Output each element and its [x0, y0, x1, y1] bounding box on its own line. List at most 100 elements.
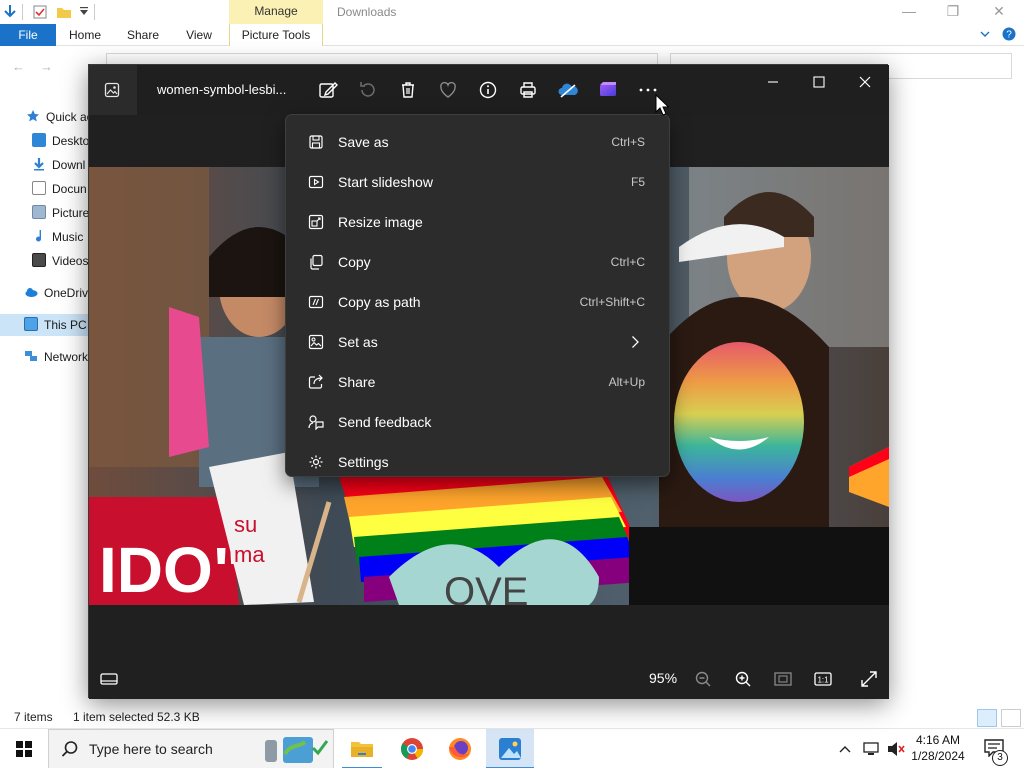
- volume-muted-icon[interactable]: [886, 741, 906, 757]
- photos-maximize-button[interactable]: [796, 65, 842, 99]
- explorer-close-button[interactable]: ✕: [976, 0, 1022, 24]
- new-folder-icon[interactable]: [56, 4, 72, 20]
- menu-item-copy[interactable]: Copy Ctrl+C: [290, 242, 665, 282]
- this-pc-icon: [24, 317, 38, 331]
- properties-icon[interactable]: [32, 4, 48, 20]
- onedrive-button[interactable]: [556, 78, 580, 102]
- menu-item-start-slideshow[interactable]: Start slideshow F5: [290, 162, 665, 202]
- clock-time: 4:16 AM: [915, 733, 961, 747]
- fit-to-window-button[interactable]: [771, 667, 795, 691]
- videos-folder-icon: [32, 253, 46, 267]
- status-size: 52.3 KB: [157, 710, 200, 724]
- nav-item-documents[interactable]: Docun: [0, 178, 88, 200]
- menu-item-share[interactable]: Share Alt+Up: [290, 362, 665, 402]
- help-icon[interactable]: ?: [1002, 27, 1016, 41]
- taskbar-chrome[interactable]: [388, 729, 436, 768]
- windows-logo-icon: [16, 741, 32, 757]
- tab-file[interactable]: File: [0, 24, 56, 46]
- navigation-pane: Quick ac Deskto Downl Docun Picture Musi…: [0, 100, 88, 710]
- zoom-in-button[interactable]: [731, 667, 755, 691]
- menu-item-settings[interactable]: Settings: [290, 442, 665, 482]
- svg-text:ma: ma: [234, 542, 265, 567]
- search-highlight-icon: [265, 737, 329, 763]
- manage-context-tab[interactable]: Manage: [229, 0, 323, 24]
- zoom-level[interactable]: 95%: [649, 670, 677, 686]
- status-item-count: 7 items: [14, 710, 53, 724]
- status-selected: 1 item selected: [73, 710, 154, 724]
- chrome-icon: [401, 738, 423, 760]
- tab-home[interactable]: Home: [60, 24, 110, 46]
- minimize-icon: [768, 81, 778, 83]
- details-view-button[interactable]: [977, 709, 997, 727]
- photo-filename: women-symbol-lesbi...: [157, 82, 287, 97]
- qat-dropdown-icon[interactable]: [76, 4, 92, 20]
- download-arrow-icon[interactable]: [2, 4, 18, 20]
- filmstrip-button[interactable]: [97, 667, 121, 691]
- zoom-out-button[interactable]: [691, 667, 715, 691]
- menu-item-send-feedback[interactable]: Send feedback: [290, 402, 665, 442]
- full-screen-button[interactable]: [857, 667, 881, 691]
- start-button[interactable]: [0, 729, 48, 768]
- nav-item-this-pc[interactable]: This PC: [0, 314, 88, 336]
- taskbar-search-box[interactable]: Type here to search: [48, 729, 334, 768]
- explorer-window-title: Downloads: [337, 5, 397, 19]
- explorer-maximize-button[interactable]: ❐: [930, 0, 976, 24]
- rotate-icon: [360, 82, 375, 97]
- nav-item-pictures[interactable]: Picture: [0, 202, 88, 224]
- nav-item-network[interactable]: Network: [0, 346, 88, 368]
- photos-app-icon-button[interactable]: [89, 65, 137, 115]
- nav-item-desktop[interactable]: Deskto: [0, 130, 88, 152]
- nav-item-downloads[interactable]: Downl: [0, 154, 88, 176]
- close-icon: [859, 76, 871, 88]
- zoom-in-icon: [735, 671, 751, 687]
- clipchamp-button[interactable]: [596, 78, 620, 102]
- print-button[interactable]: [516, 78, 540, 102]
- tab-picture-tools[interactable]: Picture Tools: [229, 24, 323, 46]
- rotate-button[interactable]: [356, 78, 380, 102]
- taskbar-file-explorer[interactable]: [338, 729, 386, 768]
- file-info-button[interactable]: [476, 78, 500, 102]
- download-folder-icon: [32, 156, 46, 171]
- menu-item-copy-as-path[interactable]: Copy as path Ctrl+Shift+C: [290, 282, 665, 322]
- svg-text:IDO": IDO": [99, 534, 243, 605]
- taskbar-firefox[interactable]: [436, 729, 484, 768]
- photos-close-button[interactable]: [842, 65, 888, 99]
- taskbar-search-placeholder: Type here to search: [89, 741, 213, 757]
- tab-view[interactable]: View: [176, 24, 222, 46]
- heart-icon: [440, 81, 456, 98]
- delete-button[interactable]: [396, 78, 420, 102]
- info-icon: [479, 81, 497, 99]
- edit-image-button[interactable]: [316, 78, 340, 102]
- nav-item-quick-access[interactable]: Quick ac: [0, 106, 88, 128]
- back-arrow-icon[interactable]: ←: [12, 59, 25, 74]
- chevron-down-icon[interactable]: [979, 28, 991, 40]
- feedback-icon: [308, 414, 324, 431]
- explorer-minimize-button[interactable]: —: [886, 0, 932, 24]
- favorite-button[interactable]: [436, 78, 460, 102]
- photos-minimize-button[interactable]: [750, 65, 796, 99]
- forward-arrow-icon[interactable]: →: [40, 59, 53, 74]
- menu-item-resize-image[interactable]: Resize image: [290, 202, 665, 242]
- menu-item-save-as[interactable]: Save as Ctrl+S: [290, 122, 665, 162]
- notification-center-button[interactable]: 3: [980, 729, 1020, 768]
- mouse-cursor-icon: [655, 94, 669, 116]
- menu-item-set-as[interactable]: Set as: [290, 322, 665, 362]
- nav-item-music[interactable]: Music: [0, 226, 88, 248]
- ribbon-expand-help[interactable]: ?: [979, 27, 1016, 42]
- tab-share[interactable]: Share: [118, 24, 168, 46]
- taskbar-clock[interactable]: 4:16 AM 1/28/2024: [908, 732, 968, 764]
- svg-text:OVE: OVE: [444, 570, 528, 605]
- network-status-icon[interactable]: [862, 741, 880, 757]
- explorer-title-bar: Manage Downloads — ❐ ✕: [0, 0, 1024, 24]
- nav-item-videos[interactable]: Videos: [0, 250, 88, 272]
- image-icon: [104, 82, 120, 98]
- chevron-up-icon[interactable]: [838, 743, 852, 755]
- fit-window-icon: [774, 672, 792, 686]
- star-icon: [26, 108, 40, 122]
- large-icons-view-button[interactable]: [1001, 709, 1021, 727]
- svg-text:?: ?: [1006, 30, 1012, 41]
- taskbar-photos[interactable]: [486, 729, 534, 768]
- actual-size-button[interactable]: 1:1: [811, 667, 835, 691]
- nav-item-onedrive[interactable]: OneDriv: [0, 282, 88, 304]
- maximize-icon: [813, 76, 825, 88]
